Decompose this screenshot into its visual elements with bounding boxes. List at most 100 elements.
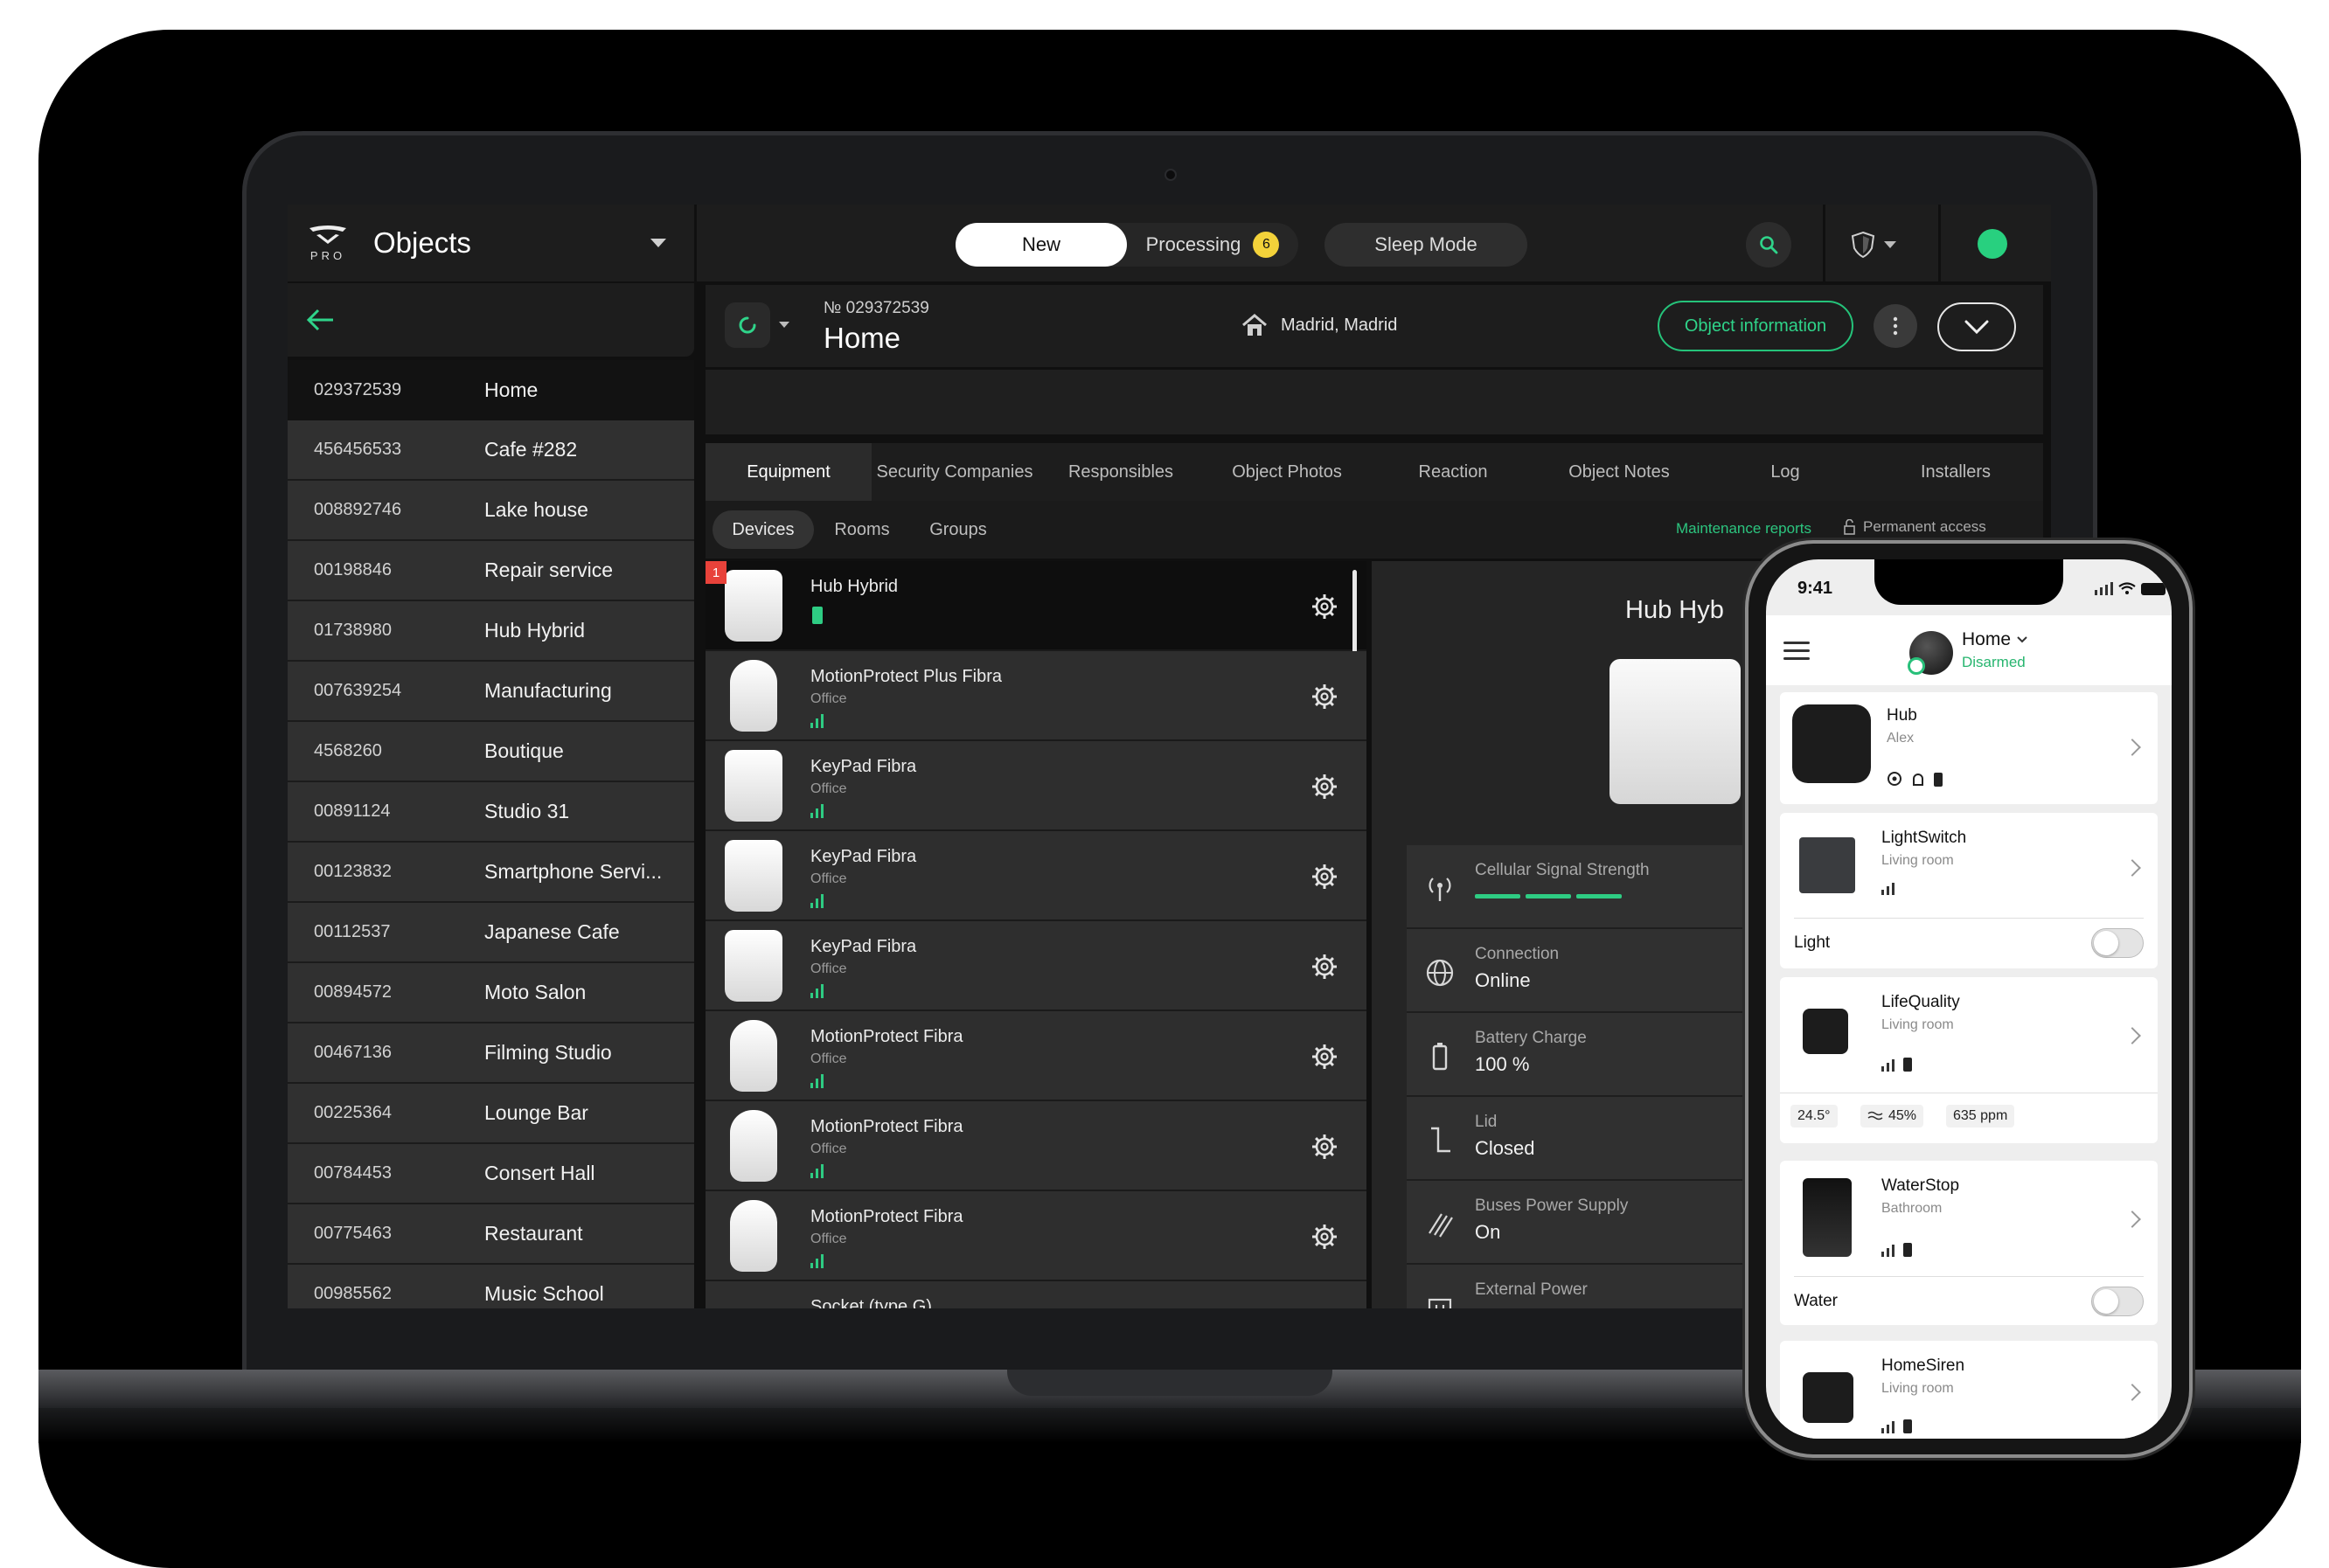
tab-log[interactable]: Log	[1702, 443, 1868, 501]
gear-icon[interactable]	[1310, 953, 1338, 981]
device-name: WaterStop	[1881, 1176, 1960, 1195]
arming-status: Disarmed	[1962, 654, 2026, 670]
tab-reaction[interactable]: Reaction	[1370, 443, 1536, 501]
device-name: Socket (type G)	[810, 1297, 932, 1308]
device-room: Office	[810, 781, 847, 796]
device-image	[730, 660, 777, 732]
chevron-down-icon[interactable]	[650, 239, 666, 247]
gear-icon[interactable]	[1310, 683, 1338, 711]
property-value: Online	[1475, 969, 1531, 991]
chevron-down-icon[interactable]	[779, 322, 789, 328]
more-options-button[interactable]	[1874, 304, 1917, 348]
device-row[interactable]: Hub Hybrid 1	[706, 561, 1366, 654]
device-row[interactable]: MotionProtect Fibra Office	[706, 1011, 1366, 1101]
device-row[interactable]: KeyPad Fibra Office	[706, 921, 1366, 1011]
sleep-mode-button[interactable]: Sleep Mode	[1324, 223, 1527, 267]
object-list-item[interactable]: 456456533 Cafe #282	[288, 420, 694, 481]
online-status-indicator[interactable]	[1978, 229, 2007, 259]
object-list-item[interactable]: 007639254 Manufacturing	[288, 662, 694, 722]
gear-icon[interactable]	[1310, 1133, 1338, 1161]
object-list-item[interactable]: 00894572 Moto Salon	[288, 963, 694, 1023]
device-row[interactable]: MotionProtect Plus Fibra Office	[706, 651, 1366, 741]
object-name: Restaurant	[484, 1222, 583, 1245]
collapse-button[interactable]	[1937, 302, 2016, 351]
property-icon	[1422, 955, 1457, 990]
object-list-item[interactable]: 00784453 Consert Hall	[288, 1144, 694, 1204]
device-card-homesiren[interactable]: HomeSiren Living room	[1780, 1341, 2158, 1439]
siren-icon	[1913, 774, 1923, 786]
maintenance-reports-link[interactable]: Maintenance reports	[1676, 520, 1811, 538]
object-list-item[interactable]: 029372539 Home	[288, 360, 694, 420]
object-list-item[interactable]: 008892746 Lake house	[288, 481, 694, 541]
scrollbar[interactable]	[1352, 570, 1357, 654]
device-card-lightswitch[interactable]: LightSwitch Living room Light	[1780, 813, 2158, 968]
laptop-camera	[1164, 169, 1177, 181]
refresh-button[interactable]	[725, 302, 770, 348]
hub-status-icons	[1887, 771, 1943, 787]
tab-object-notes[interactable]: Object Notes	[1536, 443, 1702, 501]
light-toggle[interactable]	[2091, 928, 2144, 958]
search-button[interactable]	[1746, 222, 1791, 267]
object-list-item[interactable]: 00467136 Filming Studio	[288, 1023, 694, 1084]
object-list-item[interactable]: 00123832 Smartphone Servi...	[288, 843, 694, 903]
water-toggle[interactable]	[2091, 1287, 2144, 1316]
object-information-button[interactable]: Object information	[1658, 301, 1853, 351]
subtab-rooms[interactable]: Rooms	[814, 510, 910, 549]
back-arrow-icon[interactable]	[305, 308, 337, 332]
connection-icon	[1888, 772, 1901, 786]
object-list-item[interactable]: 00225364 Lounge Bar	[288, 1084, 694, 1144]
lid-icon	[1431, 1127, 1450, 1153]
chevron-right-icon	[2124, 1211, 2141, 1228]
device-card-lifequality[interactable]: LifeQuality Living room 24.5° 45% 635 pp…	[1780, 977, 2158, 1143]
object-list-item[interactable]: 00985562 Music School	[288, 1265, 694, 1308]
gear-icon[interactable]	[1310, 1043, 1338, 1071]
lightswitch-image	[1799, 837, 1855, 893]
device-row[interactable]: MotionProtect Fibra Office	[706, 1191, 1366, 1281]
device-row[interactable]: MotionProtect Fibra Office	[706, 1101, 1366, 1191]
property-label: Battery Charge	[1475, 1029, 1587, 1047]
permanent-access-link[interactable]: Permanent access	[1842, 518, 1986, 536]
device-card-waterstop[interactable]: WaterStop Bathroom Water	[1780, 1161, 2158, 1325]
device-row[interactable]: Socket (type G)	[706, 1281, 1366, 1308]
property-label: Cellular Signal Strength	[1475, 861, 1650, 879]
tab-installers[interactable]: Installers	[1868, 443, 2043, 501]
object-list-item[interactable]: 00198846 Repair service	[288, 541, 694, 601]
tab-equipment[interactable]: Equipment	[706, 443, 872, 501]
device-room: Office	[810, 1141, 847, 1156]
signal-icon	[1881, 1245, 1894, 1257]
smartphone: 9:41 Home Disarmed Hub Alex LightSwitch …	[1745, 540, 2193, 1458]
tab-object-photos[interactable]: Object Photos	[1204, 443, 1370, 501]
object-list-item[interactable]: 01738980 Hub Hybrid	[288, 601, 694, 662]
device-card-hub[interactable]: Hub Alex	[1780, 692, 2158, 804]
gear-icon[interactable]	[1310, 773, 1338, 801]
toggle-label: Water	[1794, 1292, 1838, 1310]
antenna-icon	[1429, 878, 1451, 901]
tab-responsibles[interactable]: Responsibles	[1038, 443, 1204, 501]
gear-icon[interactable]	[1310, 593, 1338, 621]
divider	[1938, 205, 1941, 281]
device-row[interactable]: KeyPad Fibra Office	[706, 831, 1366, 921]
plug-icon	[1428, 1298, 1452, 1308]
battery-icon	[1432, 1043, 1448, 1071]
hub-device-image	[1792, 704, 1871, 783]
gear-icon[interactable]	[1310, 863, 1338, 891]
tab-security-companies[interactable]: Security Companies	[872, 443, 1038, 501]
tab-new[interactable]: New	[956, 223, 1127, 267]
subtab-groups[interactable]: Groups	[910, 510, 1006, 549]
object-name: Cafe #282	[484, 438, 578, 461]
object-list-item[interactable]: 00891124 Studio 31	[288, 782, 694, 843]
gear-icon[interactable]	[1310, 1223, 1338, 1251]
object-id: 00467136	[314, 1043, 392, 1062]
device-name: MotionProtect Fibra	[810, 1117, 963, 1136]
tab-processing[interactable]: Processing 6	[1127, 223, 1298, 267]
subtab-devices[interactable]: Devices	[713, 510, 814, 549]
security-menu[interactable]	[1851, 222, 1912, 267]
object-list-item[interactable]: 00775463 Restaurant	[288, 1204, 694, 1265]
device-row[interactable]: KeyPad Fibra Office	[706, 741, 1366, 831]
object-list-item[interactable]: 00112537 Japanese Cafe	[288, 903, 694, 963]
menu-icon[interactable]	[1783, 642, 1810, 665]
object-id: 01738980	[314, 621, 392, 640]
object-list-item[interactable]: 4568260 Boutique	[288, 722, 694, 782]
space-selector[interactable]: Home	[1962, 629, 2028, 650]
objects-header[interactable]: PRO Objects	[288, 205, 694, 281]
